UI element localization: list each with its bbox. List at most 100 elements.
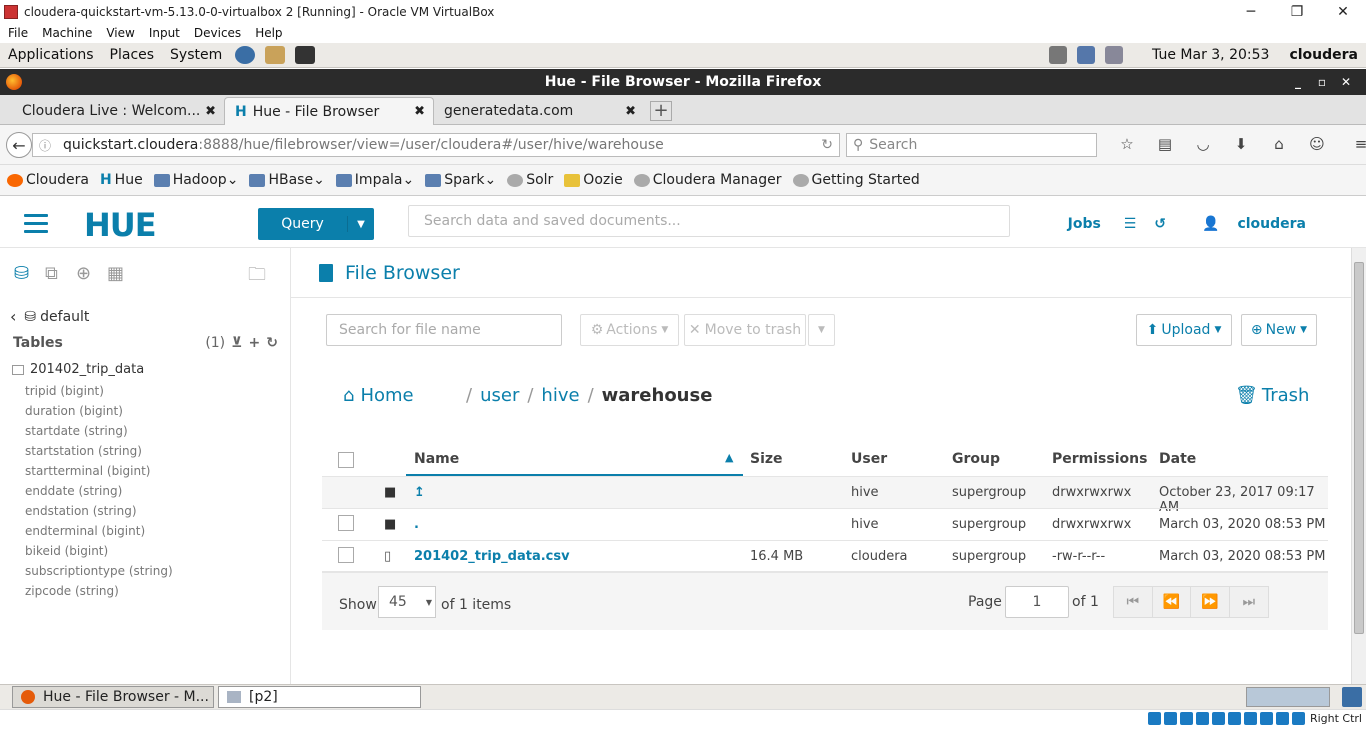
filter-icon[interactable]: ⊻	[231, 335, 242, 351]
bookmark-solr[interactable]: Solr	[507, 172, 553, 188]
column-item[interactable]: zipcode (string)	[25, 581, 173, 601]
back-button[interactable]: ←	[6, 132, 32, 158]
task-firefox[interactable]: Hue - File Browser - M...	[12, 686, 214, 708]
url-bar[interactable]: ⓘ quickstart.cloudera:8888/hue/filebrows…	[32, 133, 840, 157]
column-item[interactable]: startterminal (bigint)	[25, 461, 173, 481]
hamburger-menu-icon[interactable]: ≡	[1342, 135, 1366, 153]
bookmark-spark[interactable]: Spark ⌄	[425, 172, 496, 188]
power-icon[interactable]	[1105, 46, 1124, 64]
column-user-header[interactable]: User	[851, 451, 887, 467]
column-item[interactable]: subscriptiontype (string)	[25, 561, 173, 581]
upload-button[interactable]: ⬆ Upload ▼	[1136, 314, 1232, 346]
table-row[interactable]: ■ ↥ hive supergroup drwxrwxrwx October 2…	[322, 476, 1328, 515]
hue-logo[interactable]: HUE	[84, 206, 157, 244]
bookmark-cloudera-manager[interactable]: Cloudera Manager	[633, 172, 782, 188]
ff-minimize-button[interactable]: _	[1286, 75, 1310, 89]
clock[interactable]: Tue Mar 3, 20:53	[1152, 47, 1269, 63]
history-icon[interactable]: ↺	[1154, 216, 1166, 232]
new-tab-button[interactable]: +	[650, 101, 672, 121]
database-breadcrumb[interactable]: ‹ ⛁ default	[10, 307, 89, 326]
filename-search-input[interactable]: Search for file name	[326, 314, 562, 346]
site-info-icon[interactable]: ⓘ	[39, 137, 57, 154]
bookmark-getting-started[interactable]: Getting Started	[792, 172, 920, 188]
column-group-header[interactable]: Group	[952, 451, 1000, 467]
close-button[interactable]: ✕	[1320, 0, 1366, 23]
search-icon[interactable]: ⊕	[76, 263, 107, 284]
chat-icon[interactable]: ☺	[1298, 135, 1336, 153]
browser-launcher-icon[interactable]	[235, 46, 256, 64]
add-icon[interactable]: +	[249, 335, 261, 351]
trash-applet-icon[interactable]	[1342, 687, 1362, 707]
search-bar[interactable]: ⚲ Search	[846, 133, 1097, 157]
close-tab-icon[interactable]: ✖	[414, 104, 425, 119]
row-checkbox[interactable]	[338, 547, 354, 563]
recording-icon[interactable]	[1260, 712, 1273, 725]
documents-icon[interactable]: ⧉	[45, 263, 76, 284]
table-row[interactable]: ■ . hive supergroup drwxrwxrwx March 03,…	[322, 508, 1328, 540]
table-row[interactable]: ▯ 201402_trip_data.csv 16.4 MB cloudera …	[322, 540, 1328, 572]
disk-icon[interactable]	[1148, 712, 1161, 725]
optical-drive-icon[interactable]	[1164, 712, 1177, 725]
page-size-select[interactable]: 45 ▼	[378, 586, 436, 618]
menu-file[interactable]: File	[8, 26, 28, 40]
terminal-launcher-icon[interactable]	[295, 46, 316, 64]
mouse-integration-icon[interactable]	[1292, 712, 1305, 725]
reload-icon[interactable]: ↻	[821, 137, 833, 153]
menu-system[interactable]: System	[170, 47, 222, 63]
home-icon[interactable]: ⌂	[1260, 135, 1298, 153]
download-icon[interactable]: ⬇	[1222, 135, 1260, 153]
menu-places[interactable]: Places	[110, 47, 155, 63]
refresh-icon[interactable]: ↻	[266, 335, 278, 351]
actions-button[interactable]: ⚙ Actions ▼	[580, 314, 679, 346]
pocket-icon[interactable]: ◡	[1184, 135, 1222, 153]
minimize-button[interactable]: ─	[1228, 0, 1274, 23]
column-item[interactable]: startdate (string)	[25, 421, 173, 441]
mail-launcher-icon[interactable]	[265, 46, 286, 64]
file-name[interactable]: ↥	[414, 485, 425, 500]
network-icon[interactable]	[1196, 712, 1209, 725]
new-button[interactable]: ⊕ New ▼	[1241, 314, 1317, 346]
file-name[interactable]: 201402_trip_data.csv	[414, 549, 570, 564]
shared-folder-icon[interactable]	[1228, 712, 1241, 725]
bookmark-cloudera[interactable]: Cloudera	[7, 172, 89, 188]
volume-icon[interactable]	[1049, 46, 1068, 64]
home-breadcrumb[interactable]: ⌂ Home	[343, 385, 414, 406]
select-all-checkbox[interactable]	[338, 452, 354, 468]
folder-open-icon[interactable]: 🗀	[248, 262, 266, 292]
bookmark-hadoop[interactable]: Hadoop ⌄	[153, 172, 238, 188]
menu-view[interactable]: View	[106, 26, 134, 40]
column-item[interactable]: startstation (string)	[25, 441, 173, 461]
close-tab-icon[interactable]: ✖	[205, 104, 216, 119]
reading-list-icon[interactable]: ▤	[1146, 135, 1184, 153]
bookmark-star-icon[interactable]: ☆	[1108, 135, 1146, 153]
global-search-input[interactable]: Search data and saved documents...	[408, 205, 1010, 237]
usb-icon[interactable]	[1212, 712, 1225, 725]
bookmark-impala[interactable]: Impala ⌄	[335, 172, 414, 188]
column-item[interactable]: tripid (bigint)	[25, 381, 173, 401]
column-size-header[interactable]: Size	[750, 451, 783, 467]
workspace-switcher[interactable]	[1246, 687, 1330, 707]
move-to-trash-button[interactable]: ✕ Move to trash	[684, 314, 806, 346]
chevron-left-icon[interactable]: ‹	[10, 307, 16, 326]
table-item[interactable]: 201402_trip_data	[12, 362, 144, 377]
column-item[interactable]: bikeid (bigint)	[25, 541, 173, 561]
column-item[interactable]: duration (bigint)	[25, 401, 173, 421]
breadcrumb-hive[interactable]: hive	[541, 385, 579, 406]
query-button[interactable]: Query ▼	[258, 208, 374, 240]
row-checkbox[interactable]	[338, 515, 354, 531]
trash-options-button[interactable]: ▼	[808, 314, 835, 346]
tab-generatedata[interactable]: generatedata.com ✖	[434, 97, 644, 125]
menu-machine[interactable]: Machine	[42, 26, 92, 40]
tab-cloudera-live[interactable]: Cloudera Live : Welcom... ✖	[12, 97, 224, 125]
column-permissions-header[interactable]: Permissions	[1052, 451, 1147, 467]
task-p2[interactable]: [p2]	[218, 686, 421, 708]
hamburger-menu-icon[interactable]	[24, 214, 48, 238]
trash-link[interactable]: 🗑 Trash	[1235, 385, 1309, 406]
last-page-button[interactable]: ⏭	[1230, 587, 1268, 617]
ff-maximize-button[interactable]: ▫	[1310, 75, 1334, 89]
ff-close-button[interactable]: ✕	[1334, 75, 1358, 89]
column-date-header[interactable]: Date	[1159, 451, 1196, 467]
jobs-button[interactable]: Jobs ☰	[1050, 216, 1137, 232]
cpu-icon[interactable]	[1276, 712, 1289, 725]
menu-applications[interactable]: Applications	[8, 47, 94, 383]
